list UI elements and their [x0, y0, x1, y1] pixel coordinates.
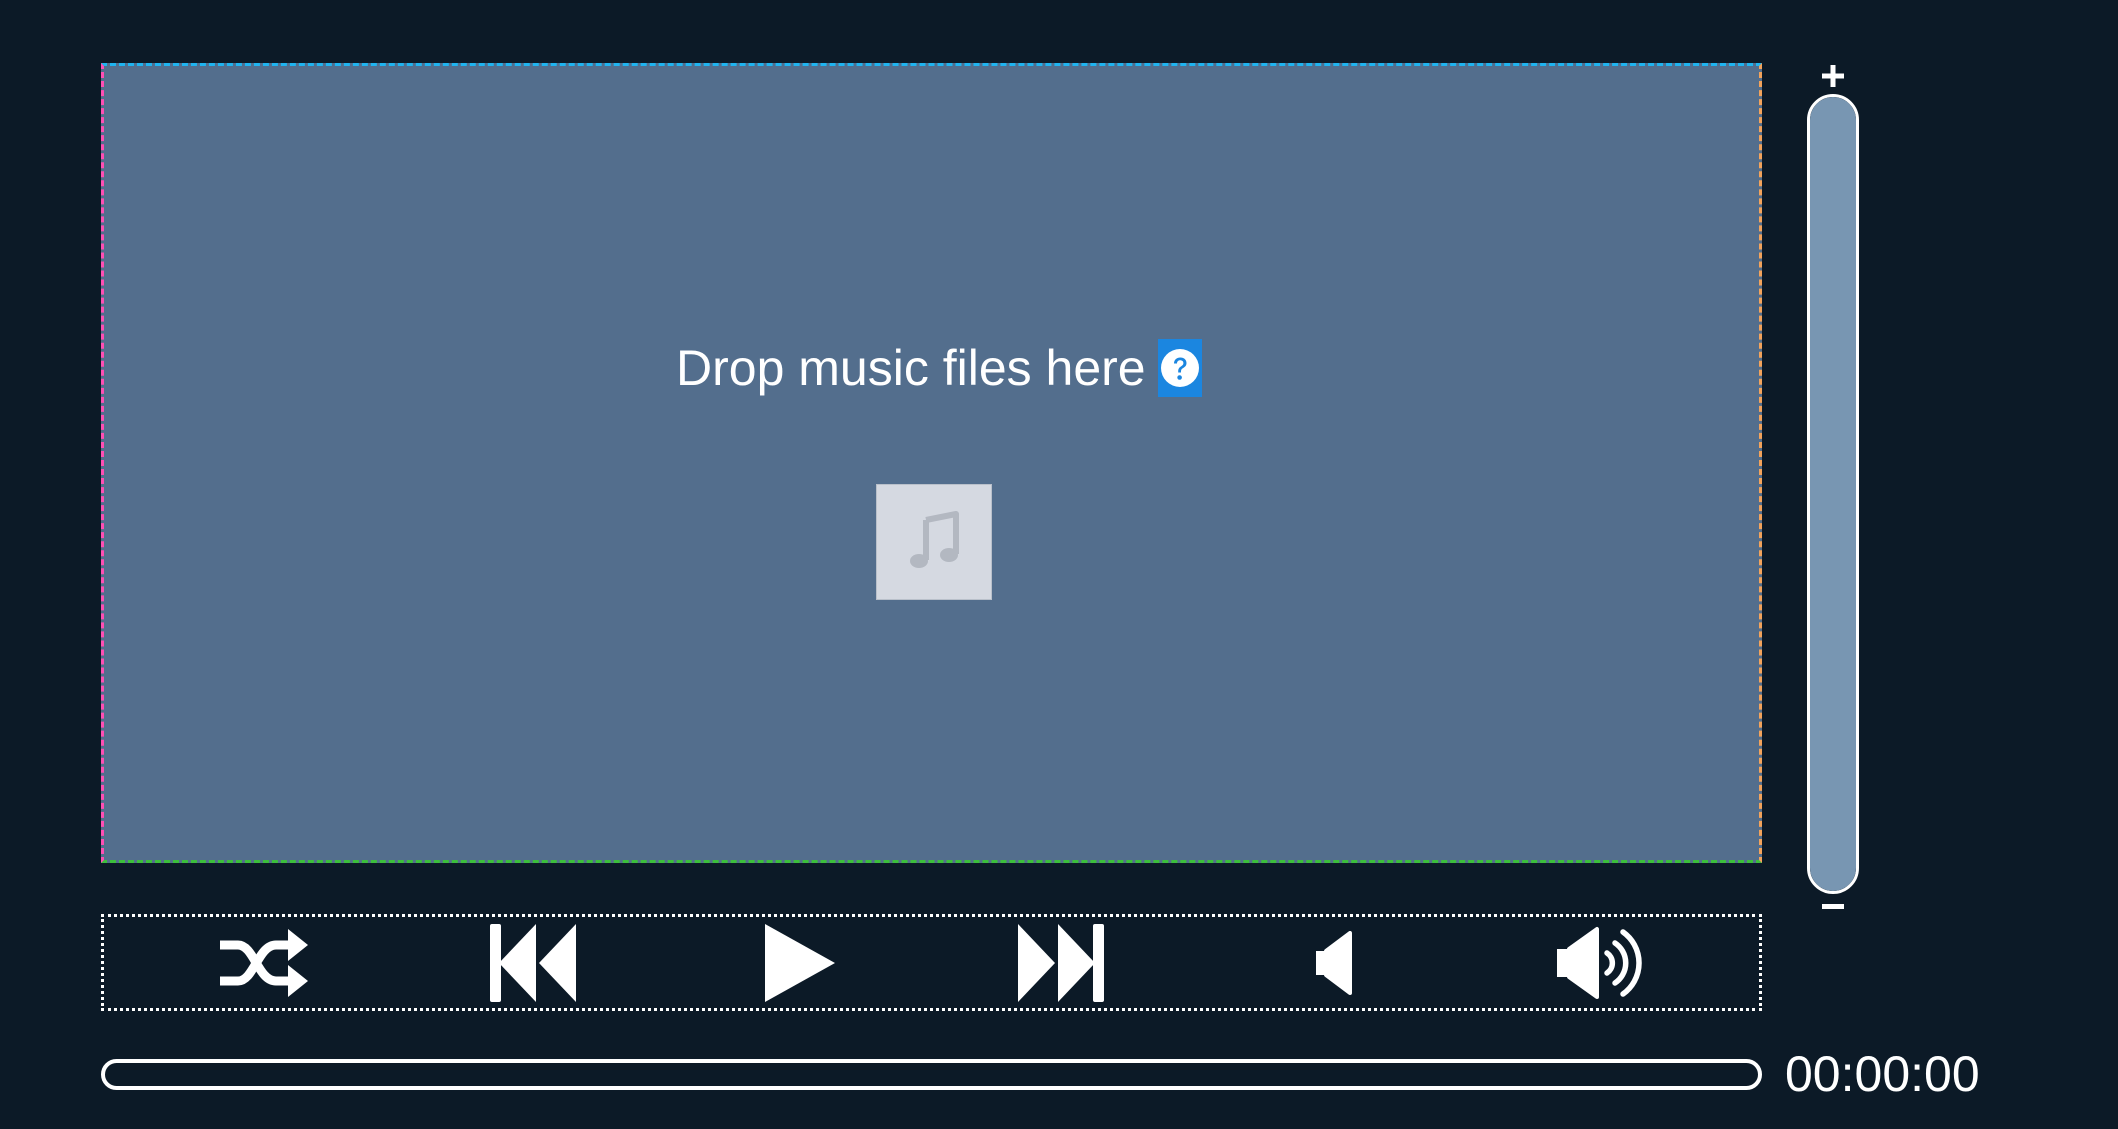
volume-slider-fill — [1810, 97, 1856, 891]
drop-prompt-row: Drop music files here — [676, 338, 1202, 398]
drop-prompt-text: Drop music files here — [676, 340, 1146, 396]
skip-next-icon — [1018, 923, 1110, 1003]
elapsed-time: 00:00:00 — [1785, 1046, 1980, 1102]
play-icon — [761, 923, 837, 1003]
volume-high-icon — [1555, 925, 1645, 1001]
skip-previous-icon — [484, 923, 576, 1003]
music-note-icon — [906, 510, 962, 575]
next-button[interactable] — [1014, 917, 1114, 1008]
shuffle-button[interactable] — [214, 917, 314, 1008]
plus-icon — [1820, 63, 1846, 94]
shuffle-icon — [218, 923, 310, 1003]
volume-down-button[interactable] — [1284, 917, 1384, 1008]
volume-decrease[interactable] — [1813, 893, 1853, 923]
progress-bar[interactable] — [101, 1059, 1762, 1090]
volume-slider[interactable] — [1807, 94, 1859, 894]
drop-zone[interactable]: Drop music files here — [101, 63, 1762, 863]
previous-button[interactable] — [480, 917, 580, 1008]
album-art-placeholder — [876, 484, 992, 600]
play-button[interactable] — [749, 917, 849, 1008]
music-player: Drop music files here 00:00:00 — [0, 0, 2118, 1129]
minus-icon — [1820, 899, 1846, 917]
volume-up-button[interactable] — [1550, 917, 1650, 1008]
volume-low-icon — [1312, 930, 1356, 995]
playback-controls — [101, 914, 1762, 1011]
question-circle-icon[interactable] — [1157, 339, 1202, 397]
volume-increase[interactable] — [1813, 63, 1853, 93]
